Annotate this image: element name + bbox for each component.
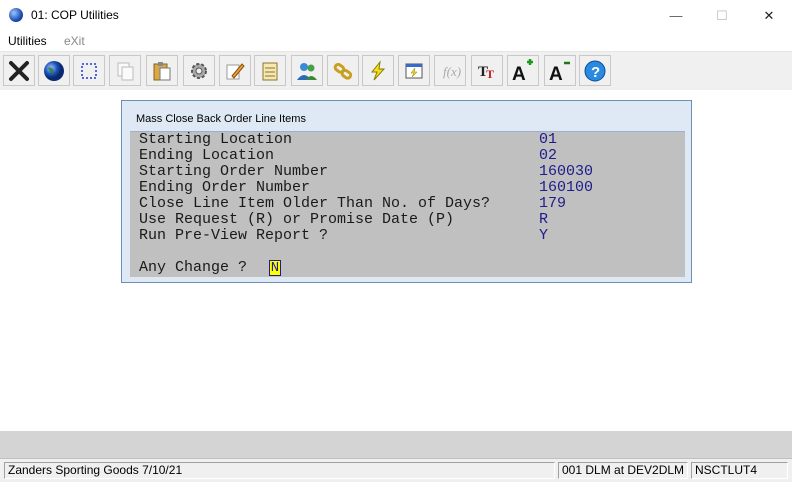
toolbar-globe-button[interactable] xyxy=(38,55,70,86)
dialog-title: Mass Close Back Order Line Items xyxy=(136,113,306,125)
function-icon: f(x) xyxy=(443,64,461,79)
toolbar-font-button[interactable]: TT xyxy=(471,55,503,86)
field-label: Use Request (R) or Promise Date (P) xyxy=(139,211,455,228)
close-button[interactable]: ✕ xyxy=(746,0,792,31)
svg-text:f(x): f(x) xyxy=(443,64,461,79)
ending-location-value[interactable]: 02 xyxy=(539,148,557,164)
svg-text:A: A xyxy=(549,64,563,83)
toolbar-edit-button[interactable] xyxy=(219,55,251,86)
font-increase-icon: A xyxy=(512,58,533,83)
dialog-form: Starting Location 01 Ending Location 02 … xyxy=(130,131,685,277)
toolbar-link-button[interactable] xyxy=(327,55,359,86)
ending-order-number-value[interactable]: 160100 xyxy=(539,180,593,196)
field-label: Starting Order Number xyxy=(139,163,329,180)
edit-pencil-icon xyxy=(226,62,245,79)
toolbar-settings-button[interactable] xyxy=(183,55,215,86)
users-icon xyxy=(297,62,317,80)
svg-text:A: A xyxy=(512,64,526,83)
status-program: NSCTLUT4 xyxy=(691,462,788,479)
window-title: 01: COP Utilities xyxy=(31,8,119,22)
font-decrease-icon: A xyxy=(549,61,570,83)
close-x-icon xyxy=(9,60,29,81)
starting-location-value[interactable]: 01 xyxy=(539,132,557,148)
gear-icon xyxy=(191,62,207,79)
toolbar-run-button[interactable] xyxy=(362,55,394,86)
field-label: Ending Order Number xyxy=(139,179,311,196)
notepad-icon xyxy=(262,62,278,80)
preview-report-value[interactable]: Y xyxy=(539,228,548,244)
toolbar-window-run-button[interactable] xyxy=(398,55,430,86)
field-label: Ending Location xyxy=(139,147,275,164)
svg-text:T: T xyxy=(486,67,494,81)
toolbar-notepad-button[interactable] xyxy=(254,55,286,86)
days-older-than-value[interactable]: 179 xyxy=(539,196,566,212)
paste-icon xyxy=(153,61,171,80)
toolbar-help-button[interactable]: ? xyxy=(579,55,611,86)
toolbar-paste-button[interactable] xyxy=(146,55,178,86)
title-bar: 01: COP Utilities — ☐ ✕ xyxy=(0,0,792,31)
date-type-value[interactable]: R xyxy=(539,212,548,228)
status-company: Zanders Sporting Goods 7/10/21 xyxy=(4,462,555,479)
svg-text:?: ? xyxy=(591,64,600,81)
maximize-icon: ☐ xyxy=(716,7,728,23)
any-change-input[interactable]: N xyxy=(269,260,281,276)
maximize-button[interactable]: ☐ xyxy=(699,0,745,31)
minimize-icon: — xyxy=(669,8,683,23)
menu-exit[interactable]: eXit xyxy=(64,34,85,48)
menu-bar: Utilities eXit xyxy=(0,31,792,51)
status-bar: Zanders Sporting Goods 7/10/21 001 DLM a… xyxy=(0,458,792,482)
any-change-prompt: Any Change ? xyxy=(139,259,248,276)
status-session: 001 DLM at DEV2DLM xyxy=(558,462,688,479)
field-label: Close Line Item Older Than No. of Days? xyxy=(139,195,491,212)
menu-utilities[interactable]: Utilities xyxy=(8,34,47,48)
toolbar-select-button[interactable] xyxy=(73,55,105,86)
toolbar-function-button[interactable]: f(x) xyxy=(434,55,466,86)
app-globe-icon xyxy=(9,8,23,22)
window-run-icon xyxy=(405,63,423,78)
mass-close-dialog: Mass Close Back Order Line Items Startin… xyxy=(121,100,692,283)
toolbar-copy-button[interactable] xyxy=(109,55,141,86)
globe-icon xyxy=(44,60,64,81)
font-tt-icon: TT xyxy=(478,64,494,81)
minimize-button[interactable]: — xyxy=(653,0,699,31)
toolbar-font-increase-button[interactable]: A xyxy=(507,55,539,86)
copy-icon xyxy=(117,62,134,80)
lightning-icon xyxy=(370,59,386,80)
toolbar-font-decrease-button[interactable]: A xyxy=(544,55,576,86)
bottom-gray-strip xyxy=(0,431,792,458)
chain-link-icon xyxy=(333,62,353,80)
field-label: Starting Location xyxy=(139,131,293,148)
toolbar: f(x) TT A A ? xyxy=(0,51,792,91)
toolbar-users-button[interactable] xyxy=(291,55,323,86)
close-icon: ✕ xyxy=(763,7,775,23)
starting-order-number-value[interactable]: 160030 xyxy=(539,164,593,180)
select-rect-icon xyxy=(81,62,97,79)
field-label: Run Pre-View Report ? xyxy=(139,227,329,244)
toolbar-close-button[interactable] xyxy=(3,55,35,86)
help-icon: ? xyxy=(584,60,606,81)
